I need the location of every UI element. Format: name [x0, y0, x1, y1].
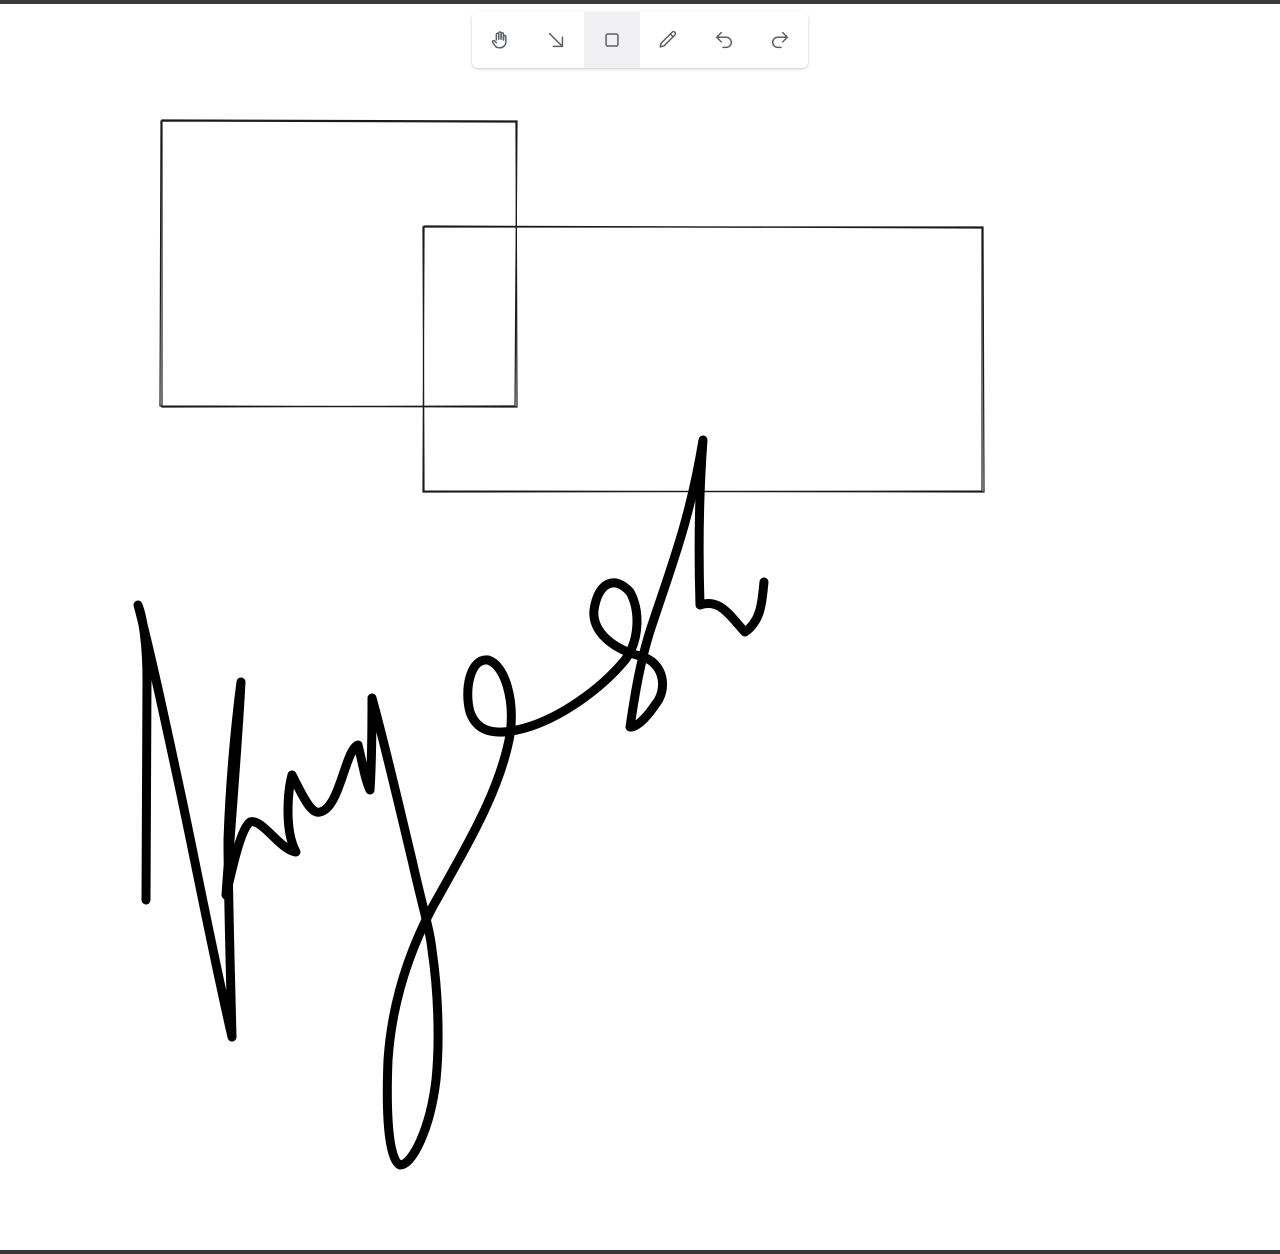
drawing-canvas[interactable]: [0, 0, 1280, 1254]
hand-icon: [491, 31, 507, 49]
redo-button[interactable]: [752, 12, 808, 68]
hand-tool-button[interactable]: [472, 12, 528, 68]
pencil-tool-button[interactable]: [640, 12, 696, 68]
arrow-tool-button[interactable]: [528, 12, 584, 68]
pencil-icon: [659, 30, 677, 48]
drawing-toolbar: [472, 12, 808, 68]
arrow-down-right-icon: [548, 32, 564, 48]
rectangle-shape[interactable]: [159, 119, 518, 408]
whiteboard-app: [0, 0, 1280, 1254]
redo-icon: [772, 31, 789, 49]
square-icon: [605, 33, 619, 47]
freehand-drawing[interactable]: [133, 435, 769, 1170]
undo-button[interactable]: [696, 12, 752, 68]
undo-icon: [715, 31, 732, 49]
rectangle-tool-button[interactable]: [584, 12, 640, 68]
